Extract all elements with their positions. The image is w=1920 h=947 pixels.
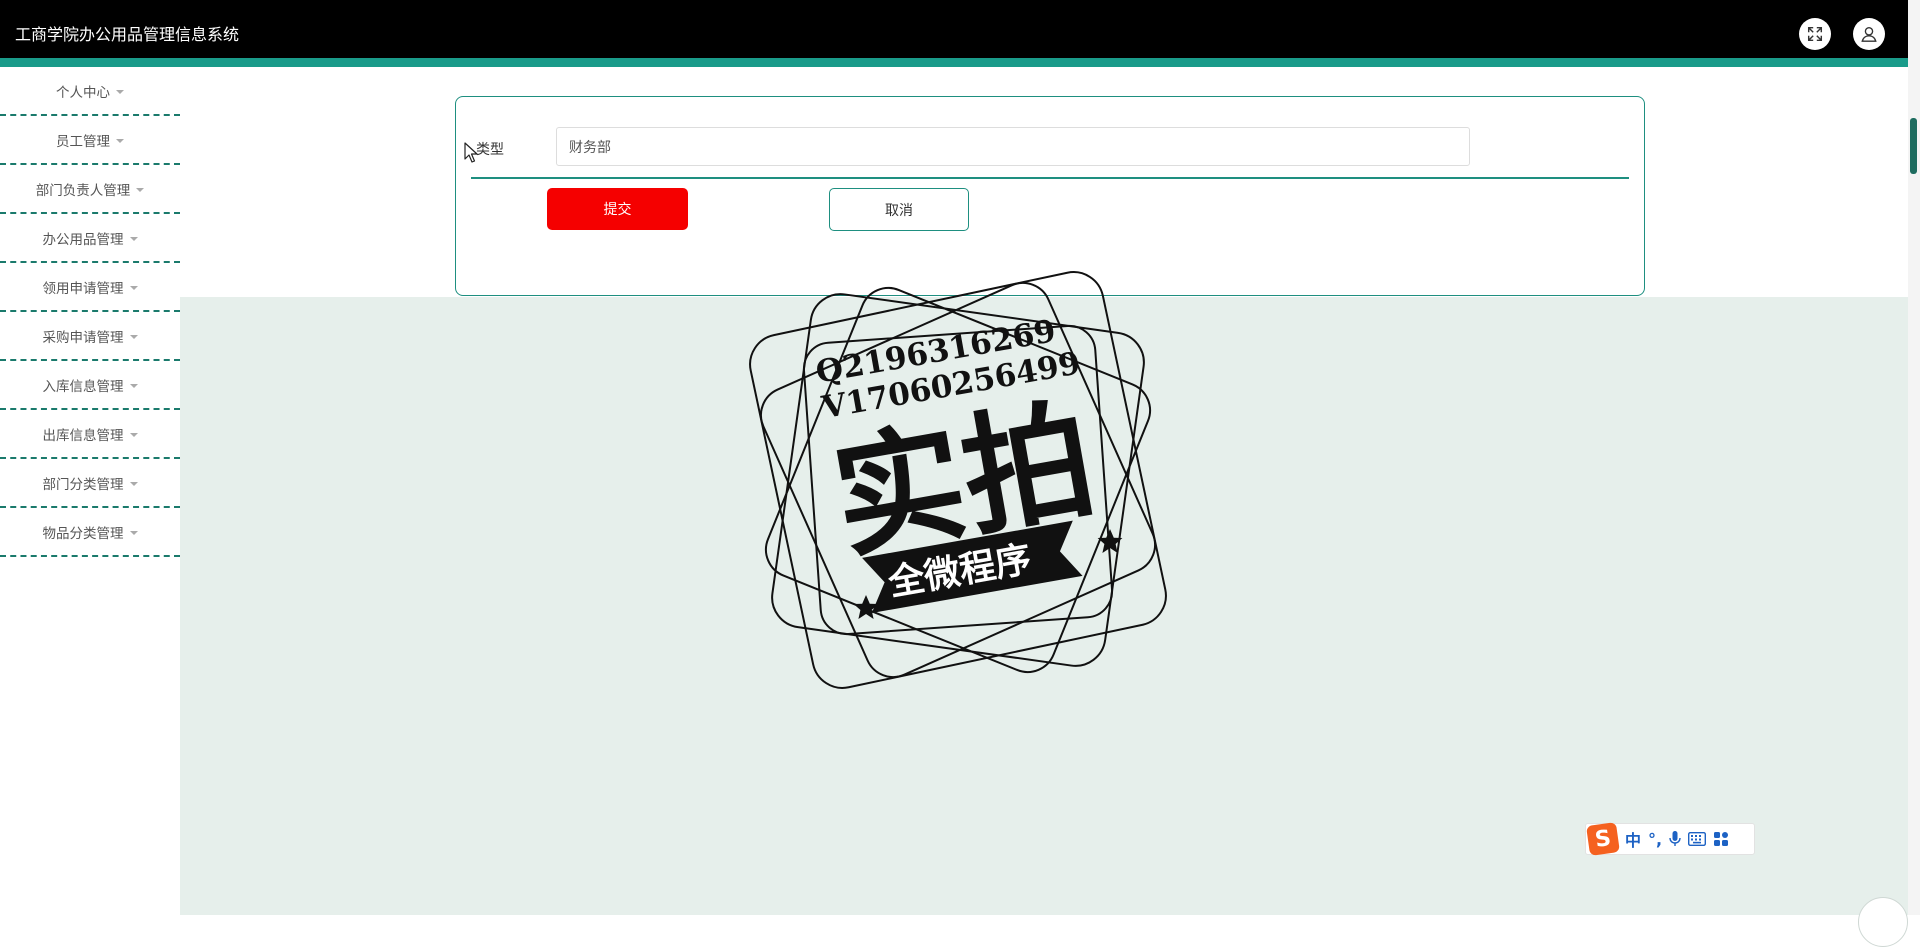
sidebar-item-label: 员工管理	[56, 133, 110, 150]
mouse-cursor-icon	[464, 142, 478, 163]
caret-down-icon	[116, 138, 124, 143]
watermark-stamp: Q2196316269 V17060256499 实拍 全微程序	[749, 271, 1167, 689]
top-header: 工商学院办公用品管理信息系统	[0, 0, 1908, 67]
sidebar-item-label: 个人中心	[56, 84, 110, 101]
sidebar-item-label: 出库信息管理	[42, 427, 124, 444]
app-title: 工商学院办公用品管理信息系统	[15, 25, 240, 44]
sidebar-item-label: 采购申请管理	[42, 329, 124, 346]
scrollbar-thumb[interactable]	[1910, 118, 1917, 174]
caret-down-icon	[129, 383, 138, 388]
sidebar-item-stock-in[interactable]: 入库信息管理	[0, 361, 180, 410]
fullscreen-button[interactable]	[1799, 18, 1831, 50]
ime-keyboard-button[interactable]	[1688, 832, 1707, 846]
keyboard-icon	[1688, 832, 1707, 846]
caret-down-icon	[116, 89, 124, 94]
type-label: 类型	[476, 142, 504, 158]
caret-down-icon	[129, 285, 138, 290]
caret-down-icon	[129, 334, 138, 339]
caret-down-icon	[129, 481, 138, 486]
caret-down-icon	[129, 530, 138, 535]
sidebar-item-dept-categories[interactable]: 部门分类管理	[0, 459, 180, 508]
caret-down-icon	[129, 432, 138, 437]
microphone-icon	[1669, 831, 1681, 846]
star-icon	[853, 595, 879, 619]
sidebar-item-personal-center[interactable]: 个人中心	[0, 67, 180, 116]
cancel-button[interactable]: 取消	[829, 188, 969, 231]
sidebar-item-label: 部门负责人管理	[35, 182, 131, 199]
ime-mode-toggle[interactable]: 中	[1625, 827, 1641, 851]
sidebar-item-office-supplies[interactable]: 办公用品管理	[0, 214, 180, 263]
sidebar-item-label: 物品分类管理	[42, 525, 124, 542]
sidebar-item-item-categories[interactable]: 物品分类管理	[0, 508, 180, 557]
submit-button[interactable]: 提交	[547, 188, 688, 230]
caret-down-icon	[136, 187, 145, 192]
caret-down-icon	[129, 236, 138, 241]
sidebar: 个人中心 员工管理 部门负责人管理 办公用品管理 领用申请管理 采购申请管理 入…	[0, 67, 180, 915]
sidebar-item-label: 入库信息管理	[42, 378, 124, 395]
sidebar-item-requisitions[interactable]: 领用申请管理	[0, 263, 180, 312]
sidebar-item-label: 领用申请管理	[42, 280, 124, 297]
sidebar-item-stock-out[interactable]: 出库信息管理	[0, 410, 180, 459]
type-input[interactable]	[556, 127, 1470, 166]
sidebar-item-label: 部门分类管理	[42, 476, 124, 493]
user-menu-button[interactable]	[1853, 18, 1885, 50]
ime-logo[interactable]: S	[1586, 822, 1620, 856]
user-icon	[1861, 27, 1877, 42]
ime-voice-button[interactable]	[1669, 831, 1681, 847]
grid-icon	[1714, 832, 1729, 846]
form-divider	[471, 177, 1629, 179]
back-to-top-button[interactable]	[1858, 897, 1908, 947]
ime-punctuation-toggle[interactable]: °,	[1648, 830, 1662, 849]
fullscreen-icon	[1807, 26, 1823, 42]
sidebar-item-label: 办公用品管理	[42, 231, 124, 248]
sidebar-item-dept-heads[interactable]: 部门负责人管理	[0, 165, 180, 214]
sidebar-item-employees[interactable]: 员工管理	[0, 116, 180, 165]
ime-toolbar[interactable]: S 中 °,	[1585, 822, 1755, 856]
ime-menu-button[interactable]	[1713, 831, 1729, 847]
sidebar-item-purchases[interactable]: 采购申请管理	[0, 312, 180, 361]
